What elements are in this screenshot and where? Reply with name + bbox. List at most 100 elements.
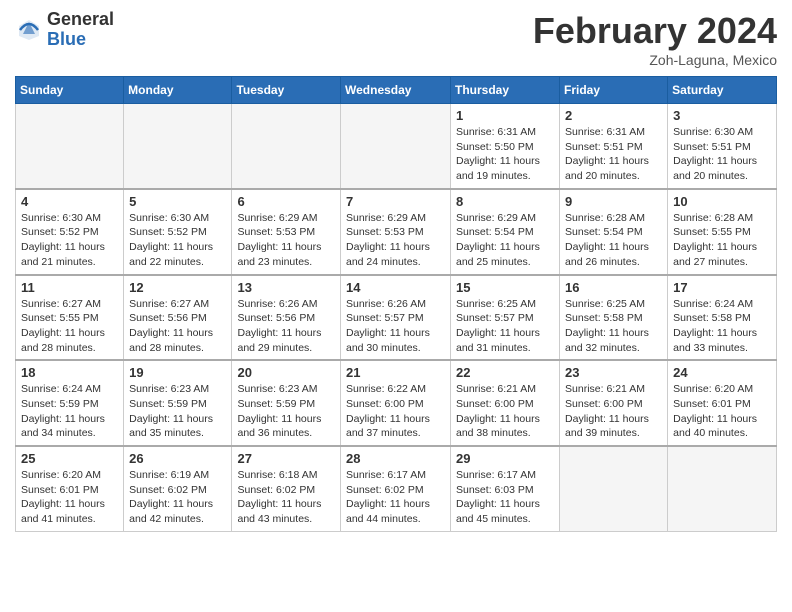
day-number: 17 bbox=[673, 280, 771, 295]
day-info: Sunrise: 6:31 AMSunset: 5:51 PMDaylight:… bbox=[565, 125, 662, 184]
day-info: Sunrise: 6:17 AMSunset: 6:02 PMDaylight:… bbox=[346, 468, 445, 527]
weekday-header: Monday bbox=[124, 77, 232, 104]
weekday-header: Sunday bbox=[16, 77, 124, 104]
day-number: 7 bbox=[346, 194, 445, 209]
day-info: Sunrise: 6:17 AMSunset: 6:03 PMDaylight:… bbox=[456, 468, 554, 527]
calendar-cell: 4 Sunrise: 6:30 AMSunset: 5:52 PMDaylight… bbox=[16, 189, 124, 275]
day-number: 24 bbox=[673, 365, 771, 380]
day-number: 4 bbox=[21, 194, 118, 209]
day-info: Sunrise: 6:31 AMSunset: 5:50 PMDaylight:… bbox=[456, 125, 554, 184]
day-info: Sunrise: 6:30 AMSunset: 5:52 PMDaylight:… bbox=[129, 211, 226, 270]
logo-text: General Blue bbox=[47, 10, 114, 50]
day-info: Sunrise: 6:29 AMSunset: 5:54 PMDaylight:… bbox=[456, 211, 554, 270]
calendar-cell: 22 Sunrise: 6:21 AMSunset: 6:00 PMDayligh… bbox=[451, 360, 560, 446]
calendar-cell bbox=[232, 104, 341, 189]
day-info: Sunrise: 6:30 AMSunset: 5:52 PMDaylight:… bbox=[21, 211, 118, 270]
calendar-cell bbox=[668, 446, 777, 531]
day-number: 21 bbox=[346, 365, 445, 380]
day-info: Sunrise: 6:23 AMSunset: 5:59 PMDaylight:… bbox=[129, 382, 226, 441]
day-number: 1 bbox=[456, 108, 554, 123]
day-number: 10 bbox=[673, 194, 771, 209]
day-number: 23 bbox=[565, 365, 662, 380]
calendar-cell: 27 Sunrise: 6:18 AMSunset: 6:02 PMDayligh… bbox=[232, 446, 341, 531]
calendar-cell: 14 Sunrise: 6:26 AMSunset: 5:57 PMDayligh… bbox=[341, 275, 451, 361]
calendar-cell: 1 Sunrise: 6:31 AMSunset: 5:50 PMDaylight… bbox=[451, 104, 560, 189]
calendar-cell: 11 Sunrise: 6:27 AMSunset: 5:55 PMDayligh… bbox=[16, 275, 124, 361]
calendar-cell: 16 Sunrise: 6:25 AMSunset: 5:58 PMDayligh… bbox=[560, 275, 668, 361]
day-info: Sunrise: 6:27 AMSunset: 5:56 PMDaylight:… bbox=[129, 297, 226, 356]
day-info: Sunrise: 6:28 AMSunset: 5:55 PMDaylight:… bbox=[673, 211, 771, 270]
day-info: Sunrise: 6:27 AMSunset: 5:55 PMDaylight:… bbox=[21, 297, 118, 356]
day-number: 22 bbox=[456, 365, 554, 380]
calendar-cell: 28Sunrise: 6:17 AMSunset: 6:02 PMDayligh… bbox=[341, 446, 451, 531]
title-block: February 2024 Zoh-Laguna, Mexico bbox=[533, 10, 777, 68]
day-number: 9 bbox=[565, 194, 662, 209]
day-info: Sunrise: 6:20 AMSunset: 6:01 PMDaylight:… bbox=[673, 382, 771, 441]
day-number: 19 bbox=[129, 365, 226, 380]
weekday-header: Friday bbox=[560, 77, 668, 104]
calendar-cell: 2 Sunrise: 6:31 AMSunset: 5:51 PMDaylight… bbox=[560, 104, 668, 189]
calendar-cell bbox=[124, 104, 232, 189]
day-number: 12 bbox=[129, 280, 226, 295]
calendar-cell: 29 Sunrise: 6:17 AMSunset: 6:03 PMDayligh… bbox=[451, 446, 560, 531]
calendar-cell bbox=[560, 446, 668, 531]
weekday-header: Tuesday bbox=[232, 77, 341, 104]
day-info: Sunrise: 6:25 AMSunset: 5:58 PMDaylight:… bbox=[565, 297, 662, 356]
day-number: 2 bbox=[565, 108, 662, 123]
day-number: 11 bbox=[21, 280, 118, 295]
weekday-header: Saturday bbox=[668, 77, 777, 104]
day-number: 15 bbox=[456, 280, 554, 295]
calendar-cell: 24 Sunrise: 6:20 AMSunset: 6:01 PMDayligh… bbox=[668, 360, 777, 446]
calendar-cell: 7 Sunrise: 6:29 AMSunset: 5:53 PMDaylight… bbox=[341, 189, 451, 275]
month-title: February 2024 bbox=[533, 10, 777, 52]
calendar-cell: 19 Sunrise: 6:23 AMSunset: 5:59 PMDayligh… bbox=[124, 360, 232, 446]
calendar-cell: 23 Sunrise: 6:21 AMSunset: 6:00 PMDayligh… bbox=[560, 360, 668, 446]
day-info: Sunrise: 6:30 AMSunset: 5:51 PMDaylight:… bbox=[673, 125, 771, 184]
calendar-cell: 9 Sunrise: 6:28 AMSunset: 5:54 PMDaylight… bbox=[560, 189, 668, 275]
logo-icon bbox=[15, 16, 43, 44]
day-info: Sunrise: 6:26 AMSunset: 5:57 PMDaylight:… bbox=[346, 297, 445, 356]
day-number: 13 bbox=[237, 280, 335, 295]
day-info: Sunrise: 6:28 AMSunset: 5:54 PMDaylight:… bbox=[565, 211, 662, 270]
day-info: Sunrise: 6:29 AMSunset: 5:53 PMDaylight:… bbox=[237, 211, 335, 270]
calendar-table: SundayMondayTuesdayWednesdayThursdayFrid… bbox=[15, 76, 777, 532]
day-info: Sunrise: 6:24 AMSunset: 5:58 PMDaylight:… bbox=[673, 297, 771, 356]
day-info: Sunrise: 6:21 AMSunset: 6:00 PMDaylight:… bbox=[565, 382, 662, 441]
day-number: 29 bbox=[456, 451, 554, 466]
calendar-cell: 17 Sunrise: 6:24 AMSunset: 5:58 PMDayligh… bbox=[668, 275, 777, 361]
day-info: Sunrise: 6:23 AMSunset: 5:59 PMDaylight:… bbox=[237, 382, 335, 441]
calendar-cell: 6 Sunrise: 6:29 AMSunset: 5:53 PMDaylight… bbox=[232, 189, 341, 275]
calendar-cell: 10 Sunrise: 6:28 AMSunset: 5:55 PMDayligh… bbox=[668, 189, 777, 275]
day-info: Sunrise: 6:21 AMSunset: 6:00 PMDaylight:… bbox=[456, 382, 554, 441]
logo: General Blue bbox=[15, 10, 114, 50]
day-info: Sunrise: 6:29 AMSunset: 5:53 PMDaylight:… bbox=[346, 211, 445, 270]
day-info: Sunrise: 6:26 AMSunset: 5:56 PMDaylight:… bbox=[237, 297, 335, 356]
calendar-cell: 13 Sunrise: 6:26 AMSunset: 5:56 PMDayligh… bbox=[232, 275, 341, 361]
day-number: 8 bbox=[456, 194, 554, 209]
calendar-cell: 5Sunrise: 6:30 AMSunset: 5:52 PMDaylight… bbox=[124, 189, 232, 275]
day-number: 18 bbox=[21, 365, 118, 380]
day-number: 3 bbox=[673, 108, 771, 123]
day-number: 6 bbox=[237, 194, 335, 209]
calendar-cell: 25 Sunrise: 6:20 AMSunset: 6:01 PMDayligh… bbox=[16, 446, 124, 531]
calendar-cell: 3 Sunrise: 6:30 AMSunset: 5:51 PMDaylight… bbox=[668, 104, 777, 189]
day-number: 16 bbox=[565, 280, 662, 295]
calendar-cell: 18Sunrise: 6:24 AMSunset: 5:59 PMDayligh… bbox=[16, 360, 124, 446]
day-number: 20 bbox=[237, 365, 335, 380]
day-info: Sunrise: 6:18 AMSunset: 6:02 PMDaylight:… bbox=[237, 468, 335, 527]
day-number: 27 bbox=[237, 451, 335, 466]
calendar-cell: 12 Sunrise: 6:27 AMSunset: 5:56 PMDayligh… bbox=[124, 275, 232, 361]
day-number: 25 bbox=[21, 451, 118, 466]
calendar-cell: 21Sunrise: 6:22 AMSunset: 6:00 PMDayligh… bbox=[341, 360, 451, 446]
page-header: General Blue February 2024 Zoh-Laguna, M… bbox=[15, 10, 777, 68]
calendar-cell bbox=[16, 104, 124, 189]
calendar-cell: 26Sunrise: 6:19 AMSunset: 6:02 PMDayligh… bbox=[124, 446, 232, 531]
calendar-cell: 8 Sunrise: 6:29 AMSunset: 5:54 PMDaylight… bbox=[451, 189, 560, 275]
logo-blue: Blue bbox=[47, 30, 114, 50]
logo-general: General bbox=[47, 10, 114, 30]
calendar-cell: 15 Sunrise: 6:25 AMSunset: 5:57 PMDayligh… bbox=[451, 275, 560, 361]
day-info: Sunrise: 6:25 AMSunset: 5:57 PMDaylight:… bbox=[456, 297, 554, 356]
day-number: 14 bbox=[346, 280, 445, 295]
calendar-cell: 20 Sunrise: 6:23 AMSunset: 5:59 PMDayligh… bbox=[232, 360, 341, 446]
day-info: Sunrise: 6:20 AMSunset: 6:01 PMDaylight:… bbox=[21, 468, 118, 527]
